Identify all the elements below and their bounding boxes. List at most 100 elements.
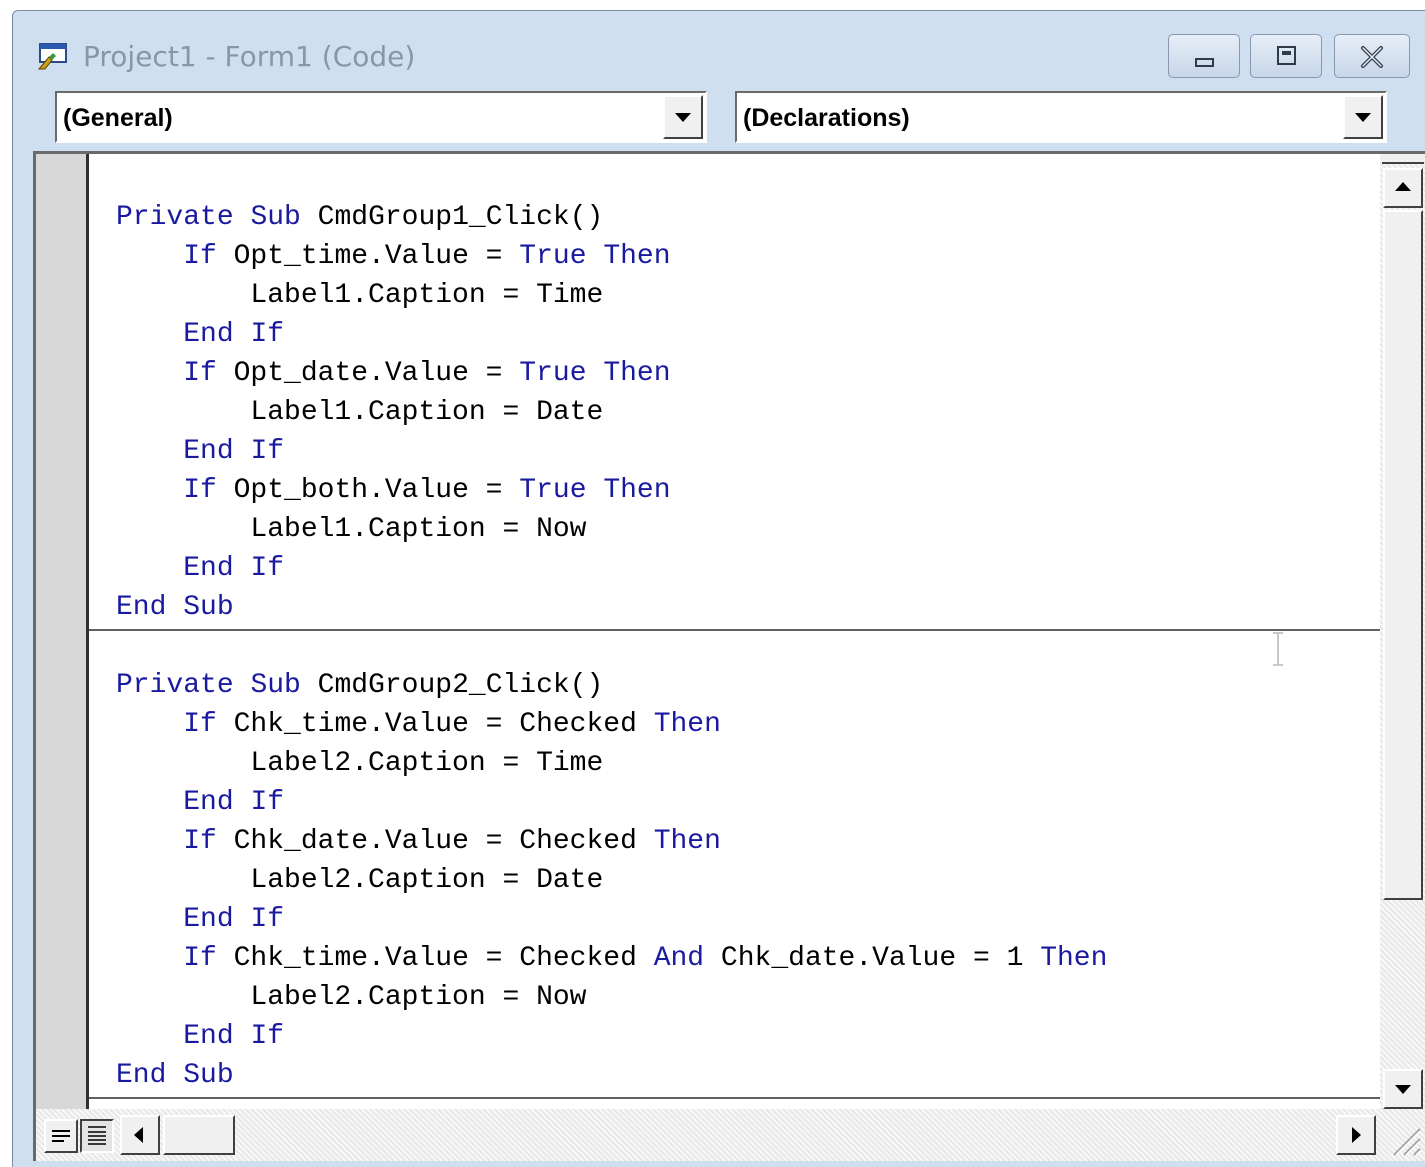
code-keyword: End: [183, 904, 234, 935]
code-text: Chk_date.Value = Checked: [216, 826, 654, 857]
code-line[interactable]: If Chk_date.Value = Checked Then: [116, 822, 721, 861]
procedure-combo-value: (Declarations): [743, 104, 910, 132]
procedure-separator: [89, 629, 1380, 631]
combo-row: (General) (Declarations): [13, 85, 1425, 153]
code-text: Label2.Caption = Time: [116, 748, 604, 779]
code-line[interactable]: If Opt_date.Value = True Then: [116, 354, 670, 393]
code-text: Opt_time.Value =: [216, 241, 520, 272]
procedure-combo[interactable]: (Declarations): [735, 91, 1387, 143]
procedure-view-icon: [52, 1130, 70, 1142]
maximize-button[interactable]: [1250, 34, 1322, 78]
code-keyword: Private: [116, 202, 234, 233]
code-text: CmdGroup1_Click(): [300, 202, 604, 233]
close-button[interactable]: [1334, 34, 1410, 78]
code-line[interactable]: End If: [116, 315, 284, 354]
scroll-left-icon[interactable]: [120, 1115, 160, 1155]
scroll-right-icon[interactable]: [1336, 1115, 1376, 1155]
code-text: Label1.Caption = Now: [116, 514, 587, 545]
vb-code-window-icon[interactable]: [37, 41, 71, 71]
code-line[interactable]: Private Sub CmdGroup2_Click(): [116, 666, 603, 705]
code-keyword: If: [183, 358, 217, 389]
code-line[interactable]: If Opt_time.Value = True Then: [116, 237, 671, 276]
code-line[interactable]: End If: [116, 549, 284, 588]
code-text: Chk_time.Value = Checked: [216, 943, 654, 974]
code-keyword: True: [519, 358, 587, 389]
code-keyword: True: [519, 475, 587, 506]
minimize-icon: [1195, 58, 1214, 67]
code-line[interactable]: End Sub: [116, 1056, 234, 1095]
code-keyword: End: [183, 319, 234, 350]
code-keyword: End: [183, 1021, 234, 1052]
code-keyword: If: [183, 475, 217, 506]
code-keyword: Then: [603, 475, 671, 506]
scroll-down-icon[interactable]: [1383, 1069, 1423, 1109]
code-line[interactable]: Label2.Caption = Time: [116, 744, 603, 783]
procedure-combo-dropdown-button[interactable]: [1343, 95, 1383, 139]
code-text: Chk_time.Value = Checked: [216, 709, 654, 740]
code-keyword: Then: [603, 241, 671, 272]
code-line[interactable]: If Chk_time.Value = Checked Then: [116, 705, 721, 744]
code-line[interactable]: End Sub: [116, 588, 234, 627]
code-line[interactable]: End If: [116, 900, 284, 939]
code-keyword: If: [183, 241, 217, 272]
code-keyword: End: [183, 553, 234, 584]
procedure-separator: [89, 1097, 1380, 1099]
procedure-view-button[interactable]: [44, 1119, 78, 1153]
code-keyword: If: [250, 904, 285, 935]
code-line[interactable]: Private Sub CmdGroup1_Click(): [116, 198, 603, 237]
code-keyword: If: [183, 709, 217, 740]
code-keyword: If: [250, 553, 285, 584]
code-line[interactable]: Label2.Caption = Now: [116, 978, 586, 1017]
full-module-view-button[interactable]: [80, 1119, 114, 1153]
code-text: Label1.Caption = Date: [116, 397, 604, 428]
margin-indicator-bar[interactable]: [36, 154, 89, 1109]
minimize-button[interactable]: [1168, 34, 1240, 78]
scroll-up-icon[interactable]: [1383, 168, 1423, 208]
code-text: Opt_date.Value =: [216, 358, 520, 389]
vertical-scroll-thumb[interactable]: [1383, 210, 1423, 900]
code-line[interactable]: Label1.Caption = Now: [116, 510, 586, 549]
bottom-bar: [36, 1109, 1425, 1161]
code-keyword: End: [116, 592, 167, 623]
code-pane[interactable]: Private Sub CmdGroup1_Click() If Opt_tim…: [89, 154, 1380, 1109]
code-line[interactable]: End If: [116, 432, 284, 471]
code-text: Label2.Caption = Date: [116, 865, 604, 896]
code-keyword: Sub: [250, 202, 301, 233]
code-line[interactable]: If Opt_both.Value = True Then: [116, 471, 671, 510]
code-keyword: If: [250, 787, 285, 818]
split-bar[interactable]: [1382, 154, 1424, 164]
code-keyword: Then: [653, 709, 721, 740]
code-line[interactable]: Label1.Caption = Time: [116, 276, 603, 315]
horizontal-scroll-thumb[interactable]: [163, 1115, 235, 1155]
vertical-scrollbar[interactable]: [1380, 154, 1425, 1109]
code-line[interactable]: Label1.Caption = Date: [116, 393, 603, 432]
code-line[interactable]: End If: [116, 783, 284, 822]
object-combo-dropdown-button[interactable]: [663, 95, 703, 139]
code-keyword: Sub: [183, 592, 234, 623]
code-line[interactable]: If Chk_time.Value = Checked And Chk_date…: [116, 939, 1107, 978]
resize-grip-icon[interactable]: [1386, 1121, 1422, 1157]
code-line[interactable]: End If: [116, 1017, 284, 1056]
object-combo[interactable]: (General): [55, 91, 707, 143]
code-line[interactable]: Label2.Caption = Date: [116, 861, 603, 900]
title-bar[interactable]: Project1 - Form1 (Code): [13, 11, 1425, 85]
